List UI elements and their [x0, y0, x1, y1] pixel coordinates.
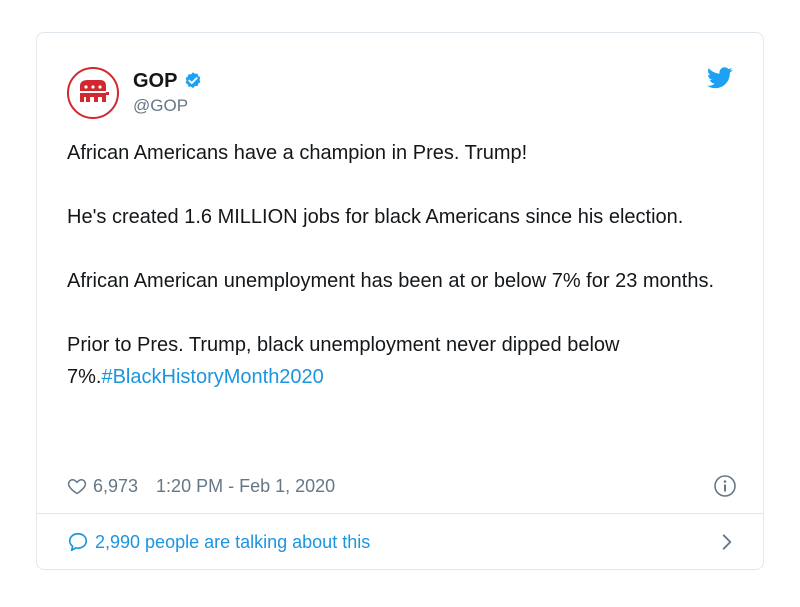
- avatar[interactable]: [67, 67, 119, 119]
- tweet-paragraph: African Americans have a champion in Pre…: [67, 142, 528, 164]
- tweet-text: African Americans have a champion in Pre…: [67, 137, 737, 393]
- account-name-row: GOP: [133, 69, 203, 93]
- tweet-paragraph: African American unemployment has been a…: [67, 270, 715, 292]
- account-names: GOP @GOP: [133, 69, 203, 117]
- talking-about-link[interactable]: 2,990 people are talking about this: [67, 528, 737, 556]
- tweet-timestamp[interactable]: 1:20 PM - Feb 1, 2020: [156, 476, 335, 497]
- heart-icon[interactable]: [67, 476, 87, 496]
- info-icon[interactable]: [713, 474, 737, 498]
- talking-about-text[interactable]: 2,990 people are talking about this: [95, 532, 370, 553]
- twitter-bird-icon[interactable]: [707, 67, 733, 89]
- verified-badge-icon: [183, 71, 203, 91]
- account-name[interactable]: GOP: [133, 69, 177, 93]
- tweet-paragraph: He's created 1.6 MILLION jobs for black …: [67, 206, 684, 228]
- hashtag-link[interactable]: #BlackHistoryMonth2020: [101, 366, 323, 388]
- like-count[interactable]: 6,973: [93, 476, 138, 497]
- tweet-paragraph-last: Prior to Pres. Trump, black unemployment…: [67, 329, 737, 393]
- tweet-meta: 6,973 1:20 PM - Feb 1, 2020: [67, 473, 737, 499]
- account-handle[interactable]: @GOP: [133, 95, 203, 117]
- gop-elephant-icon: [80, 80, 109, 102]
- speech-bubble-icon: [67, 531, 89, 553]
- tweet-card[interactable]: GOP @GOP African Americans have a champi…: [36, 32, 764, 570]
- divider: [37, 513, 763, 514]
- chevron-right-icon[interactable]: [717, 532, 737, 552]
- tweet-header: GOP @GOP: [67, 65, 203, 121]
